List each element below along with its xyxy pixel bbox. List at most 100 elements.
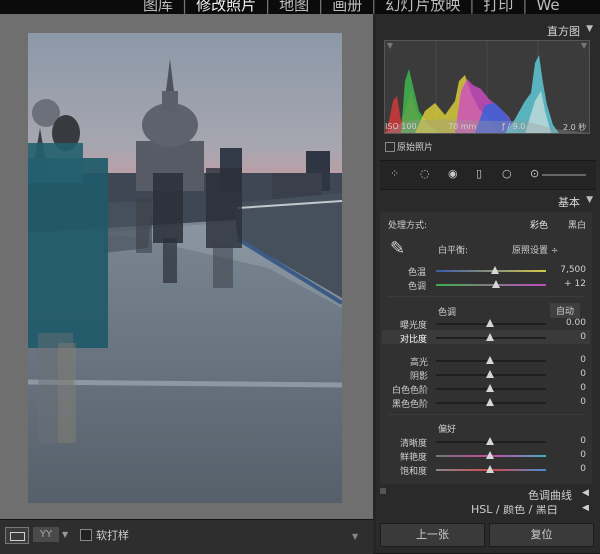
shadows-value[interactable]: 0 xyxy=(556,369,586,379)
white-balance-dropdown[interactable]: 原照设置 ÷ xyxy=(512,243,558,256)
tool-strip: ⁘ ◌ ◉ ▯ ○ ⊙ xyxy=(380,160,596,190)
module-web[interactable]: We xyxy=(536,0,559,14)
tone-section-label: 色调 xyxy=(438,308,457,318)
vibrance-label: 鲜艳度 xyxy=(400,453,428,463)
toolbar-menu-icon[interactable]: ▼ xyxy=(352,532,358,541)
module-separator: | xyxy=(182,0,188,14)
red-eye-icon[interactable]: ◉ xyxy=(448,167,458,180)
reset-button[interactable]: 复位 xyxy=(489,523,594,547)
basic-header[interactable]: 基本 ▼ xyxy=(376,191,600,211)
bottom-toolbar: YY ▼ 软打样 ▼ xyxy=(0,519,373,554)
loupe-icon xyxy=(10,532,25,541)
tone-curve-title: 色调曲线 xyxy=(528,489,572,502)
module-separator: | xyxy=(522,0,528,14)
adjustment-brush-icon[interactable]: ⊙ xyxy=(530,167,539,180)
module-slideshow[interactable]: 幻灯片放映 xyxy=(385,0,460,14)
loupe-view-button[interactable] xyxy=(5,527,29,544)
basic-title: 基本 xyxy=(558,196,580,209)
basic-panel: 处理方式: 彩色 黑白 ✎ 白平衡: 原照设置 ÷ 色温 7,500 色调 + … xyxy=(380,212,592,487)
contrast-slider-thumb[interactable] xyxy=(486,333,494,341)
blacks-label: 黑色色阶 xyxy=(392,400,429,410)
module-library[interactable]: 图库 xyxy=(143,0,173,14)
temp-slider-thumb[interactable] xyxy=(491,266,499,274)
panel-toggle-switch[interactable] xyxy=(380,488,386,494)
treatment-bw-option[interactable]: 黑白 xyxy=(568,218,586,231)
highlights-label: 高光 xyxy=(410,358,429,368)
temp-label: 色温 xyxy=(408,268,427,278)
iso-info: ISO 100 xyxy=(385,122,417,131)
module-separator: | xyxy=(469,0,475,14)
photo-canvas[interactable] xyxy=(0,14,373,519)
chevron-down-icon[interactable]: ▼ xyxy=(62,530,68,539)
module-print[interactable]: 打印 xyxy=(483,0,513,14)
tone-curve-header[interactable]: 色调曲线 ◀ xyxy=(376,484,600,502)
clarity-value[interactable]: 0 xyxy=(556,436,586,446)
shadows-label: 阴影 xyxy=(410,372,429,382)
soft-proof-label: 软打样 xyxy=(96,529,129,542)
treatment-color-option[interactable]: 彩色 xyxy=(530,218,548,231)
blacks-value[interactable]: 0 xyxy=(556,397,586,407)
clarity-slider-thumb[interactable] xyxy=(486,437,494,445)
tint-slider-thumb[interactable] xyxy=(492,280,500,288)
tint-label: 色调 xyxy=(408,282,427,292)
module-map[interactable]: 地图 xyxy=(279,0,309,14)
temp-value[interactable]: 7,500 xyxy=(556,265,586,275)
original-photo-checkbox[interactable] xyxy=(385,142,395,152)
aperture-info: ƒ / 9.0 xyxy=(502,122,526,131)
hsl-title: HSL / 颜色 / 黑白 xyxy=(471,505,558,516)
whites-value[interactable]: 0 xyxy=(556,383,586,393)
whites-slider-thumb[interactable] xyxy=(486,384,494,392)
module-develop[interactable]: 修改照片 xyxy=(196,0,256,14)
crop-icon[interactable]: ⁘ xyxy=(390,167,399,180)
spot-removal-icon[interactable]: ◌ xyxy=(420,167,430,180)
vibrance-slider-thumb[interactable] xyxy=(486,451,494,459)
presence-section-label: 偏好 xyxy=(438,425,457,435)
module-book[interactable]: 画册 xyxy=(332,0,362,14)
divider xyxy=(388,296,584,297)
exposure-slider-thumb[interactable] xyxy=(486,319,494,327)
histogram-title: 直方图 xyxy=(547,25,580,38)
treatment-label: 处理方式: xyxy=(388,221,428,231)
blacks-slider-thumb[interactable] xyxy=(486,398,494,406)
highlights-value[interactable]: 0 xyxy=(556,355,586,365)
whites-label: 白色色阶 xyxy=(392,386,429,396)
collapse-arrow-icon[interactable]: ▼ xyxy=(586,195,593,205)
exposure-value[interactable]: 0.00 xyxy=(556,318,586,328)
right-panel: 直方图 ▼ ISO 100 70 mm ƒ / 9.0 2.0 秒 原始照片 ⁘… xyxy=(376,14,600,553)
histogram[interactable] xyxy=(384,40,590,134)
highlights-slider-thumb[interactable] xyxy=(486,356,494,364)
divider xyxy=(388,414,584,415)
expand-arrow-icon[interactable]: ◀ xyxy=(582,488,589,498)
shadows-slider-thumb[interactable] xyxy=(486,370,494,378)
clarity-label: 清晰度 xyxy=(400,439,428,449)
photo-preview[interactable] xyxy=(28,33,342,503)
brush-slider[interactable] xyxy=(542,174,586,176)
vibrance-value[interactable]: 0 xyxy=(556,450,586,460)
contrast-value[interactable]: 0 xyxy=(556,332,586,342)
graduated-filter-icon[interactable]: ▯ xyxy=(476,167,482,180)
tint-value[interactable]: + 12 xyxy=(556,279,586,289)
previous-button[interactable]: 上一张 xyxy=(380,523,485,547)
before-after-button[interactable]: YY xyxy=(33,527,59,542)
shutter-info: 2.0 秒 xyxy=(563,123,587,132)
original-photo-label: 原始照片 xyxy=(397,143,434,153)
saturation-value[interactable]: 0 xyxy=(556,464,586,474)
expand-arrow-icon[interactable]: ◀ xyxy=(582,505,589,513)
contrast-label: 对比度 xyxy=(400,335,428,345)
module-separator: | xyxy=(265,0,271,14)
tint-slider[interactable] xyxy=(436,284,546,286)
hsl-header[interactable]: HSL / 颜色 / 黑白 ◀ xyxy=(376,505,600,516)
module-picker: 图库 | 修改照片 | 地图 | 画册 | 幻灯片放映 | 打印 | We xyxy=(0,0,600,14)
white-balance-label: 白平衡: xyxy=(438,246,469,256)
white-balance-eyedropper-icon[interactable]: ✎ xyxy=(390,238,405,259)
module-separator: | xyxy=(318,0,324,14)
collapse-arrow-icon[interactable]: ▼ xyxy=(586,24,593,34)
module-separator: | xyxy=(371,0,377,14)
histogram-header[interactable]: 直方图 ▼ xyxy=(376,20,600,40)
focal-length-info: 70 mm xyxy=(448,122,477,131)
saturation-slider-thumb[interactable] xyxy=(486,465,494,473)
auto-tone-button[interactable]: 自动 xyxy=(550,303,581,318)
soft-proof-checkbox[interactable] xyxy=(80,529,92,541)
saturation-label: 饱和度 xyxy=(400,467,428,477)
radial-filter-icon[interactable]: ○ xyxy=(502,167,512,180)
